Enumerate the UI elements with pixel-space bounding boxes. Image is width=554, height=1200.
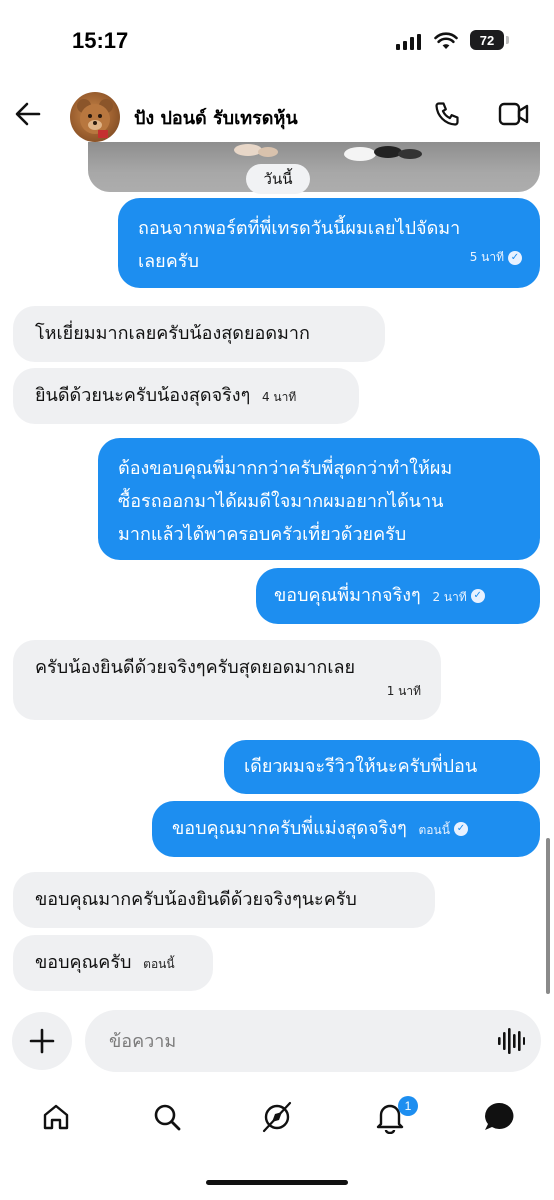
message-text: ซื้อรถออกมาได้ผมดีใจมากผมอยากได้นาน [118,491,444,512]
message-time: ตอนนี้ [143,957,175,971]
message-bubble-incoming[interactable]: ขอบคุณมากครับน้องยินดีด้วยจริงๆนะครับ [13,872,435,928]
photo-content [88,144,540,192]
message-bubble-incoming[interactable]: ครับน้องยินดีด้วยจริงๆครับสุดยอดมากเลย 1… [13,640,441,720]
message-bubble-incoming[interactable]: ยินดีด้วยนะครับน้องสุดจริงๆ 4 นาที [13,368,359,424]
battery-indicator: 72 [470,30,504,50]
scrollbar[interactable] [546,838,550,994]
message-bubble-outgoing[interactable]: เดียวผมจะรีวิวให้นะครับพี่ปอน [224,740,540,794]
message-time: 5 นาที [469,250,504,264]
cellular-signal-icon [396,34,421,50]
home-indicator [206,1180,348,1185]
message-text: ขอบคุณครับ [35,952,132,973]
message-bubble-incoming[interactable]: โหเยี่ยมมากเลยครับน้องสุดยอดมาก [13,306,385,362]
voice-message-icon[interactable] [497,1027,525,1055]
date-divider: วันนี้ [246,164,310,194]
message-time: 4 นาที [261,390,297,404]
explore-icon[interactable] [260,1100,294,1134]
message-bubble-outgoing[interactable]: ขอบคุณพี่มากจริงๆ 2 นาที ✓ [256,568,540,624]
search-icon[interactable] [152,1102,182,1132]
message-text: ขอบคุณมากครับพี่แม่งสุดจริงๆ [172,818,407,839]
message-bubble-outgoing[interactable]: ต้องขอบคุณพี่มากกว่าครับพี่สุดกว่าทำให้ผ… [98,438,540,560]
back-arrow-icon[interactable] [15,102,41,126]
avatar-bear-image [77,99,113,138]
contact-name[interactable]: ปัง ปอนด์ รับเทรดหุ้น [134,103,298,132]
message-meta: 5 นาที ✓ [470,241,522,274]
message-text: ยินดีด้วยนะครับน้องสุดจริงๆ [35,385,251,406]
battery-tip [506,36,509,44]
notification-count-badge: 1 [398,1096,418,1116]
message-time: 1 นาที [386,684,421,698]
home-icon[interactable] [41,1102,71,1132]
message-text: ครับน้องยินดีด้วยจริงๆครับสุดยอดมากเลย [35,657,356,678]
message-bubble-incoming[interactable]: ขอบคุณครับ ตอนนี้ [13,935,213,991]
message-text: โหเยี่ยมมากเลยครับน้องสุดยอดมาก [35,323,310,344]
plus-icon [29,1028,55,1054]
message-text: ขอบคุณพี่มากจริงๆ [274,585,421,606]
message-bubble-outgoing[interactable]: ถอนจากพอร์ตที่พี่เทรดวันนี้ผมเลยไปจัดมา … [118,198,540,288]
message-text: เดียวผมจะรีวิวให้นะครับพี่ปอน [244,756,478,777]
wifi-icon [434,32,458,49]
read-check-icon: ✓ [508,250,522,265]
message-bubble-outgoing[interactable]: ขอบคุณมากครับพี่แม่งสุดจริงๆ ตอนนี้ ✓ [152,801,540,857]
shared-photo-preview[interactable] [88,142,540,192]
contact-avatar[interactable] [70,92,120,142]
message-time: 2 นาที [432,590,467,604]
message-input[interactable] [85,1010,541,1072]
message-text: ขอบคุณมากครับน้องยินดีด้วยจริงๆนะครับ [35,889,357,910]
message-text: มากแล้วได้พาครอบครัวเที่ยวด้วยครับ [118,524,407,545]
add-attachment-button[interactable] [12,1012,72,1070]
messages-chat-icon[interactable] [482,1100,516,1134]
read-check-icon: ✓ [470,589,485,603]
message-text: ต้องขอบคุณพี่มากกว่าครับพี่สุดกว่าทำให้ผ… [118,458,453,479]
video-call-icon[interactable] [498,101,530,127]
phone-call-icon[interactable] [433,100,461,128]
status-time: 15:17 [72,28,129,53]
message-time: ตอนนี้ [418,823,450,837]
read-check-icon: ✓ [453,822,468,836]
